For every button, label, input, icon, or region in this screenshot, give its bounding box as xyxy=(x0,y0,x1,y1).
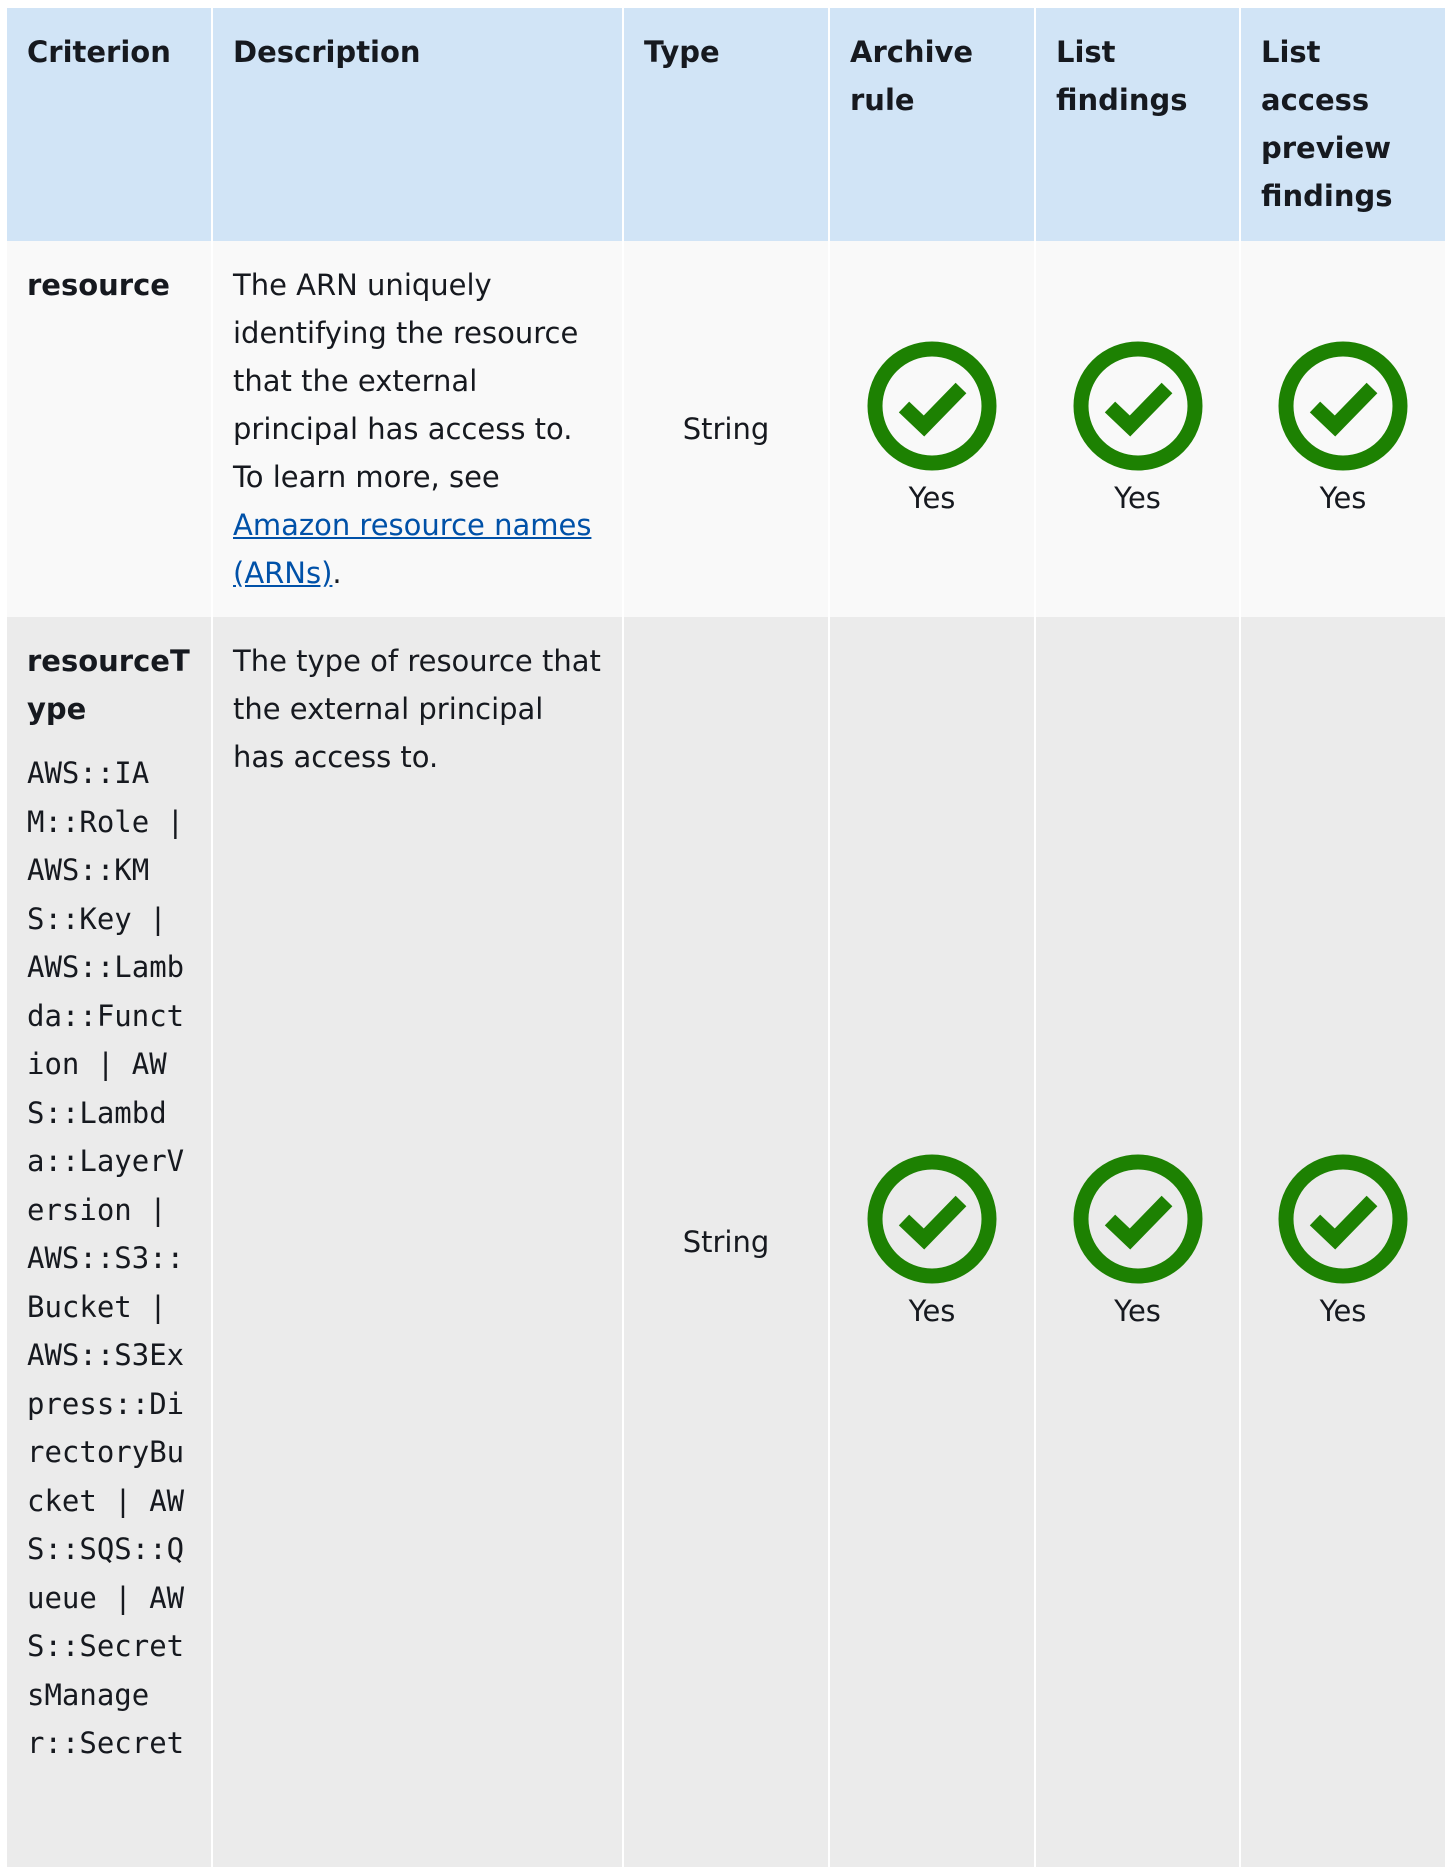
description-cell: The ARN uniquely identifying the resourc… xyxy=(212,241,624,617)
description-suffix: . xyxy=(332,556,342,590)
header-archive-rule: Archive rule xyxy=(829,8,1036,241)
criterion-cell: resource xyxy=(7,241,213,617)
list-access-preview-findings-value: Yes xyxy=(1319,1294,1367,1328)
check-circle-icon xyxy=(1073,341,1202,471)
check-circle-icon xyxy=(867,1154,997,1284)
archive-rule-value: Yes xyxy=(908,481,956,515)
header-list-findings: List findings xyxy=(1035,8,1241,241)
check-circle-icon xyxy=(1278,1154,1408,1284)
criteria-table: Criterion Description Type Archive rule … xyxy=(7,8,1445,1867)
header-list-access-preview-findings: List access preview findings xyxy=(1240,8,1445,241)
list-access-preview-findings-value: Yes xyxy=(1319,481,1367,515)
header-criterion: Criterion xyxy=(7,8,213,241)
archive-rule-value: Yes xyxy=(908,1294,956,1328)
header-type: Type xyxy=(623,8,830,241)
list-findings-cell: Yes xyxy=(1035,241,1241,617)
table-row: resourceType AWS::IAM::Role | AWS::KMS::… xyxy=(7,617,1445,1867)
criterion-cell: resourceType AWS::IAM::Role | AWS::KMS::… xyxy=(7,617,213,1867)
check-circle-icon xyxy=(867,341,997,471)
description-cell: The type of resource that the external p… xyxy=(212,617,624,1867)
table-row: resource The ARN uniquely identifying th… xyxy=(7,241,1445,617)
resource-type-values: AWS::IAM::Role | AWS::KMS::Key | AWS::La… xyxy=(27,756,185,1760)
type-cell: String xyxy=(623,617,830,1867)
list-access-preview-findings-cell: Yes xyxy=(1240,241,1445,617)
criterion-name: resource xyxy=(27,268,170,302)
header-description: Description xyxy=(212,8,624,241)
criterion-name: resourceType xyxy=(27,644,190,726)
check-circle-icon xyxy=(1073,1154,1202,1284)
archive-rule-cell: Yes xyxy=(829,617,1036,1867)
list-access-preview-findings-cell: Yes xyxy=(1240,617,1445,1867)
check-circle-icon xyxy=(1278,341,1408,471)
archive-rule-cell: Yes xyxy=(829,241,1036,617)
arn-doc-link[interactable]: Amazon resource names (ARNs) xyxy=(233,508,591,590)
description-text: The ARN uniquely identifying the resourc… xyxy=(233,268,579,494)
list-findings-value: Yes xyxy=(1114,1294,1161,1328)
type-cell: String xyxy=(623,241,830,617)
description-text: The type of resource that the external p… xyxy=(233,644,601,774)
list-findings-cell: Yes xyxy=(1035,617,1241,1867)
table-header-row: Criterion Description Type Archive rule … xyxy=(7,8,1445,241)
list-findings-value: Yes xyxy=(1114,481,1161,515)
